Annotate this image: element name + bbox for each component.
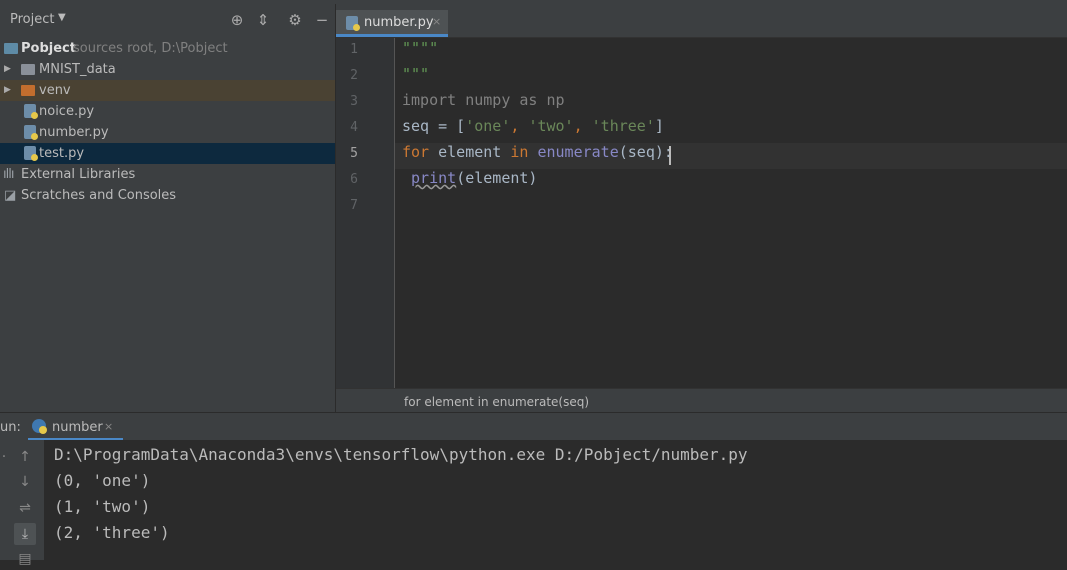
folder-icon xyxy=(21,64,35,75)
keyword-token: for xyxy=(402,143,430,161)
tab-label: number.py xyxy=(364,15,434,30)
tree-item-test-py[interactable]: test.py xyxy=(0,143,335,164)
breadcrumb-item[interactable]: for element in enumerate(seq) xyxy=(404,395,589,409)
scroll-up-icon[interactable]: ↑ xyxy=(14,446,36,468)
tree-item-number-py[interactable]: number.py xyxy=(0,122,335,143)
console-line: D:\ProgramData\Anaconda3\envs\tensorflow… xyxy=(54,445,748,464)
project-title[interactable]: Project xyxy=(10,12,54,27)
code-token: element xyxy=(429,143,511,161)
tree-item-pobject[interactable]: Pobject sources root, D:\Pobject xyxy=(0,38,335,59)
python-icon xyxy=(32,419,47,434)
python-file-icon xyxy=(24,125,38,140)
string-token: 'one' xyxy=(465,117,511,135)
run-toolbar: ↑ ↓ ⇌ ⤓ ▤ · xyxy=(0,440,44,567)
text-caret xyxy=(669,146,671,165)
collapse-all-icon[interactable]: ⇕ xyxy=(254,11,272,29)
code-line-2: """ xyxy=(402,65,430,83)
builtin-token: print xyxy=(411,169,457,187)
line-number: 2 xyxy=(350,68,358,83)
editor-tab-bar: number.py × xyxy=(336,4,1067,38)
console-line: (1, 'two') xyxy=(54,497,151,516)
gear-icon[interactable]: ⚙ xyxy=(286,11,304,29)
keyword-token: in xyxy=(510,143,529,161)
scratches-icon: ◪ xyxy=(4,188,17,203)
chevron-down-icon[interactable]: ▼ xyxy=(58,12,66,23)
python-file-icon xyxy=(346,16,360,31)
line-number-gutter: 1 2 3 4 5 6 7 xyxy=(336,38,395,388)
print-icon[interactable]: ▤ xyxy=(14,548,36,570)
tree-item-mnist-data[interactable]: ▶ MNIST_data xyxy=(0,59,335,80)
tree-item-label: noice.py xyxy=(39,104,95,119)
tree-item-label: venv xyxy=(39,83,71,98)
tree-item-external-libraries[interactable]: ıllı External Libraries xyxy=(0,164,335,185)
code-token: , xyxy=(510,117,529,135)
library-icon: ıllı xyxy=(3,167,14,182)
line-number: 1 xyxy=(350,42,358,57)
code-line-1: """" xyxy=(402,39,439,57)
project-header: Project ▼ ⊕ ⇕ ⚙ − xyxy=(0,4,335,37)
run-panel-label: un: xyxy=(0,420,21,435)
run-tab-number[interactable]: number × xyxy=(28,413,123,441)
locate-icon[interactable]: ⊕ xyxy=(228,11,246,29)
scroll-down-icon[interactable]: ↓ xyxy=(14,471,36,493)
tree-item-label: test.py xyxy=(39,146,85,161)
line-number: 3 xyxy=(350,94,358,109)
code-token: , xyxy=(573,117,592,135)
code-token: ] xyxy=(654,117,664,135)
scroll-to-end-icon[interactable]: ⤓ xyxy=(14,523,36,545)
run-panel-header: un: number × xyxy=(0,412,1067,441)
folder-icon xyxy=(21,85,35,96)
close-icon[interactable]: × xyxy=(432,15,441,28)
tree-item-hint: sources root, D:\Pobject xyxy=(73,41,228,56)
tab-number-py[interactable]: number.py × xyxy=(336,10,448,37)
run-tab-label: number xyxy=(52,420,103,435)
tree-item-label: number.py xyxy=(39,125,109,140)
hide-icon[interactable]: − xyxy=(313,11,331,29)
builtin-token: enumerate xyxy=(537,143,619,161)
code-line-3: import numpy as np xyxy=(402,91,565,109)
gutter-mark-icon: · xyxy=(1,449,7,465)
expand-arrow-icon[interactable]: ▶ xyxy=(4,59,11,80)
tree-item-noice-py[interactable]: noice.py xyxy=(0,101,335,122)
expand-arrow-icon[interactable]: ▶ xyxy=(4,80,11,101)
folder-icon xyxy=(4,43,18,54)
python-file-icon xyxy=(24,104,38,119)
code-line-5: for element in enumerate(seq): xyxy=(402,143,673,161)
tree-item-label: Pobject xyxy=(21,41,76,56)
code-line-6: print(element) xyxy=(402,169,537,187)
project-panel: Project ▼ ⊕ ⇕ ⚙ − Pobject sources root, … xyxy=(0,4,336,412)
tree-item-label: MNIST_data xyxy=(39,62,116,77)
tree-item-label: External Libraries xyxy=(21,167,136,182)
code-line-4: seq = ['one', 'two', 'three'] xyxy=(402,117,664,135)
code-token: (element) xyxy=(456,169,538,187)
code-editor[interactable]: """" """ import numpy as np seq = ['one'… xyxy=(395,38,1067,388)
line-number: 7 xyxy=(350,198,358,213)
code-token: seq = [ xyxy=(402,117,466,135)
string-token: 'two' xyxy=(528,117,574,135)
python-file-icon xyxy=(24,146,38,161)
code-token: (seq): xyxy=(618,143,673,161)
breadcrumb: for element in enumerate(seq) xyxy=(336,388,1067,413)
console-line: (0, 'one') xyxy=(54,471,151,490)
line-number: 6 xyxy=(350,172,358,187)
soft-wrap-icon[interactable]: ⇌ xyxy=(14,497,36,519)
line-number: 4 xyxy=(350,120,358,135)
string-token: 'three' xyxy=(591,117,655,135)
console-line: (2, 'three') xyxy=(54,523,170,542)
close-icon[interactable]: × xyxy=(104,420,113,433)
line-number: 5 xyxy=(350,146,358,161)
tree-item-scratches[interactable]: ◪ Scratches and Consoles xyxy=(0,185,335,206)
tree-item-venv[interactable]: ▶ venv xyxy=(0,80,335,101)
tree-item-label: Scratches and Consoles xyxy=(21,188,177,203)
run-console[interactable]: D:\ProgramData\Anaconda3\envs\tensorflow… xyxy=(44,440,1067,560)
